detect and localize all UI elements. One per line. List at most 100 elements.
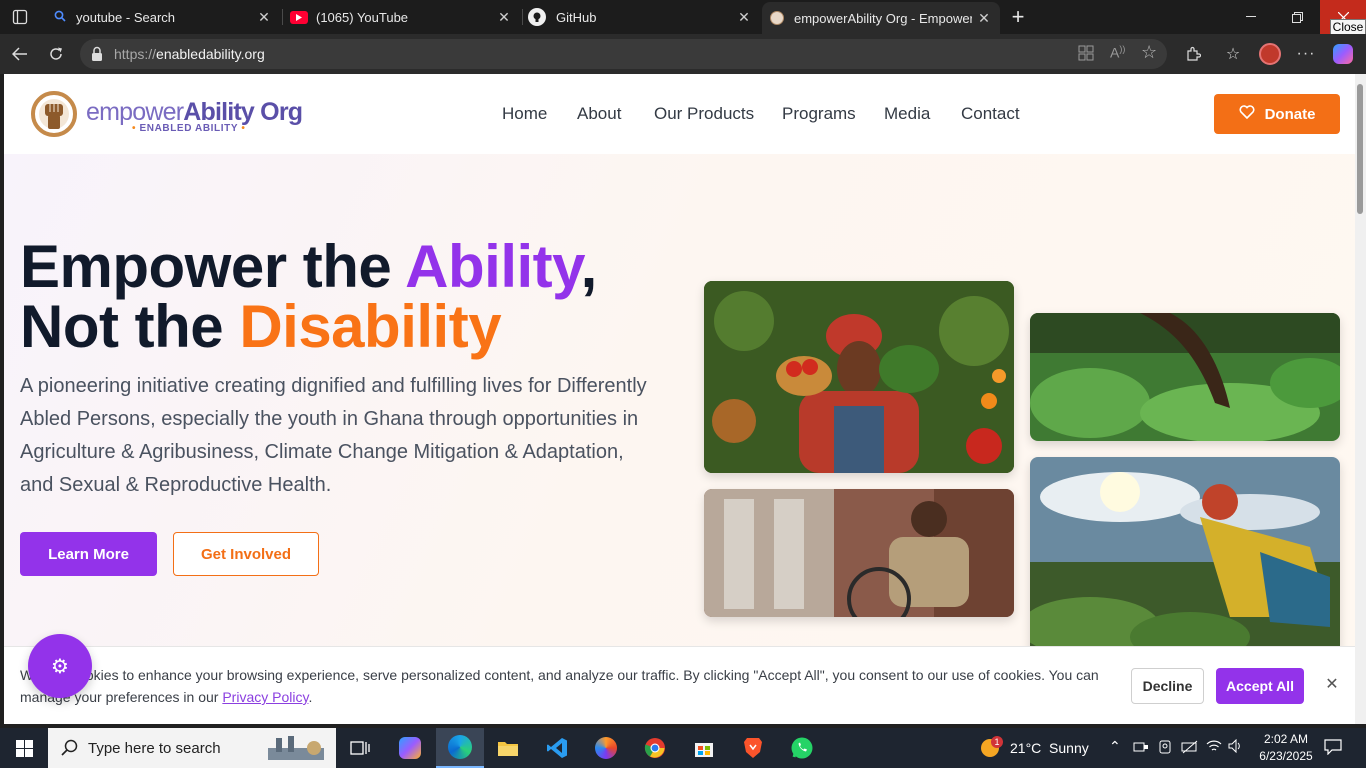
taskbar-search-box[interactable]: Type here to search	[48, 728, 336, 768]
search-highlight-image	[266, 734, 326, 762]
chevron-up-icon[interactable]: ⌃	[1109, 738, 1121, 755]
new-tab-button[interactable]: +	[996, 0, 1040, 34]
nav-home[interactable]: Home	[502, 104, 547, 124]
firefox-icon[interactable]	[586, 732, 626, 764]
back-icon[interactable]	[8, 42, 32, 66]
nav-programs[interactable]: Programs	[782, 104, 856, 124]
youtube-icon	[290, 10, 308, 24]
tab-title: GitHub	[556, 9, 597, 25]
camera-icon[interactable]	[1158, 740, 1172, 757]
donate-button[interactable]: Donate	[1214, 94, 1340, 134]
tab-close-icon[interactable]: ✕	[976, 10, 992, 26]
nav-media[interactable]: Media	[884, 104, 930, 124]
url-host: enabledability.org	[156, 46, 265, 62]
tab-title: (1065) YouTube	[316, 9, 409, 25]
clock-time[interactable]: 2:02 AM	[1258, 732, 1314, 746]
url-text: https://enabledability.org	[114, 46, 265, 62]
hero-title-part: ,	[580, 233, 598, 300]
tab-github[interactable]: GitHub ✕	[524, 0, 760, 34]
hero-title: Empower the Ability, Not the Disability	[20, 237, 597, 357]
file-explorer-icon[interactable]	[488, 732, 528, 764]
nav-about[interactable]: About	[577, 104, 621, 124]
learn-more-button[interactable]: Learn More	[20, 532, 157, 576]
hero-title-highlight-disability: Disability	[239, 293, 502, 360]
tab-youtube-search[interactable]: youtube - Search ✕	[44, 0, 280, 34]
gear-icon: ⚙	[51, 655, 69, 678]
windows-taskbar: Type here to search 1 21°C Sunny ⌃ 2:02 …	[0, 728, 1366, 768]
edge-browser-icon[interactable]	[436, 728, 484, 768]
copilot-app-icon[interactable]	[390, 732, 430, 764]
whatsapp-icon[interactable]	[782, 732, 822, 764]
task-view-icon[interactable]	[340, 732, 380, 764]
weather-badge: 1	[991, 736, 1003, 748]
search-icon	[61, 739, 78, 761]
extensions-icon[interactable]	[1181, 42, 1205, 66]
volume-icon[interactable]	[1228, 738, 1244, 756]
scrollbar-thumb[interactable]	[1357, 84, 1363, 214]
site-info-icon[interactable]	[90, 46, 104, 67]
chrome-icon[interactable]	[635, 732, 675, 764]
tab-actions-icon[interactable]	[8, 5, 32, 29]
microsoft-store-icon[interactable]	[684, 732, 724, 764]
nav-our-products[interactable]: Our Products	[654, 104, 754, 124]
tab-close-icon[interactable]: ✕	[496, 9, 512, 25]
settings-gear-button[interactable]: ⚙	[28, 634, 92, 698]
favorite-star-icon[interactable]: ☆	[1141, 42, 1157, 63]
photo-hand-leaves	[1030, 313, 1340, 441]
vscode-icon[interactable]	[537, 732, 577, 764]
url-protocol: https://	[114, 46, 157, 62]
copilot-icon[interactable]	[1331, 42, 1355, 66]
hero-title-highlight-ability: Ability	[405, 233, 581, 300]
profile-avatar[interactable]	[1258, 42, 1282, 66]
tab-youtube[interactable]: (1065) YouTube ✕	[284, 0, 520, 34]
wifi-icon[interactable]	[1206, 739, 1222, 756]
brave-icon[interactable]	[733, 732, 773, 764]
refresh-icon[interactable]	[44, 42, 68, 66]
search-placeholder: Type here to search	[88, 740, 221, 757]
weather-text[interactable]: 21°C Sunny	[1010, 740, 1089, 756]
favorites-icon[interactable]: ☆	[1221, 42, 1245, 66]
cookie-message: We use cookies to enhance your browsing …	[20, 664, 1110, 708]
accept-all-cookies-button[interactable]: Accept All	[1216, 668, 1304, 704]
clock-date[interactable]: 6/23/2025	[1254, 749, 1318, 763]
logo-name-part2: Ability Org	[183, 98, 303, 126]
logo-tagline: • ENABLED ABILITY •	[132, 123, 246, 134]
photo-woman-vegetables	[704, 281, 1014, 473]
site-header: empowerAbility Org • ENABLED ABILITY • H…	[4, 74, 1355, 154]
search-icon	[54, 10, 70, 25]
close-icon[interactable]: ✕	[1322, 675, 1342, 695]
network-adapter-icon[interactable]	[1133, 740, 1149, 757]
cookie-consent-banner: We use cookies to enhance your browsing …	[4, 646, 1355, 724]
tab-close-icon[interactable]: ✕	[256, 9, 272, 25]
logo-name-part1: empower	[86, 98, 184, 126]
app-available-icon[interactable]	[1078, 45, 1094, 66]
notifications-icon[interactable]	[1324, 739, 1342, 758]
hero-title-part: Empower the	[20, 233, 406, 300]
more-menu-icon[interactable]: ···	[1294, 42, 1318, 66]
nav-contact[interactable]: Contact	[961, 104, 1020, 124]
tab-title: youtube - Search	[76, 9, 176, 25]
get-involved-button[interactable]: Get Involved	[173, 532, 319, 576]
decline-cookies-button[interactable]: Decline	[1131, 668, 1204, 704]
battery-icon[interactable]	[1181, 740, 1199, 757]
raised-fist-logo-icon[interactable]	[30, 90, 78, 138]
logo-tagline-text: ENABLED ABILITY	[139, 123, 238, 134]
browser-tab-bar: youtube - Search ✕ (1065) YouTube ✕ GitH…	[0, 0, 1366, 36]
photo-man-wheelchair	[704, 489, 1014, 617]
hero-title-part: Not the	[20, 293, 240, 360]
browser-toolbar: https://enabledability.org A)) ☆ ☆ ···	[0, 34, 1366, 74]
tab-close-icon[interactable]: ✕	[736, 9, 752, 25]
start-windows-icon[interactable]	[4, 732, 44, 764]
privacy-policy-link[interactable]: Privacy Policy	[222, 689, 308, 705]
page-scrollbar[interactable]	[1355, 74, 1366, 724]
web-page: empowerAbility Org • ENABLED ABILITY • H…	[4, 74, 1355, 724]
tab-title: empowerAbility Org - Empower the Ability	[794, 10, 972, 26]
photo-woman-field	[1030, 457, 1340, 657]
heart-icon	[1239, 105, 1255, 123]
github-icon	[528, 8, 546, 26]
minimize-button[interactable]	[1228, 0, 1274, 34]
read-aloud-icon[interactable]: A))	[1110, 44, 1125, 61]
address-bar[interactable]: https://enabledability.org A)) ☆	[80, 39, 1167, 69]
restore-button[interactable]	[1274, 0, 1320, 34]
tab-empowerability[interactable]: empowerAbility Org - Empower the Ability…	[762, 2, 1000, 34]
